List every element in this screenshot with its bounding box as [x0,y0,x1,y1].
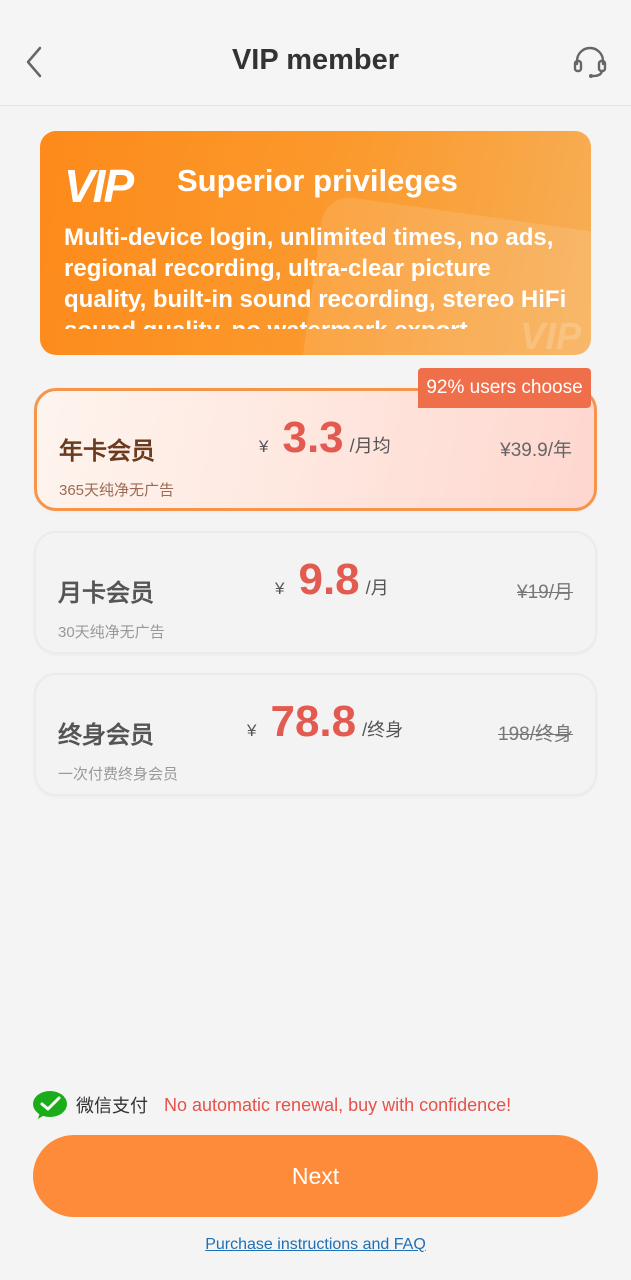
banner-title: Superior privileges [177,163,458,198]
purchase-faq-link[interactable]: Purchase instructions and FAQ [0,1236,631,1254]
price-value: 3.3 [282,413,344,462]
price-value: 9.8 [298,555,360,604]
plan-name: 月卡会员 [58,580,154,607]
renewal-note: No automatic renewal, buy with confidenc… [164,1094,512,1115]
original-price: 198/终身 [498,724,573,745]
customer-support-button[interactable] [571,44,609,80]
banner-description: Multi-device login, unlimited times, no … [64,224,567,329]
payment-method-row[interactable]: 微信支付 No automatic renewal, buy with conf… [32,1088,511,1122]
plan-name: 年卡会员 [59,438,155,465]
price-value: 78.8 [270,697,357,746]
next-button[interactable]: Next [33,1135,598,1217]
top-bar: VIP member [0,0,631,106]
headset-icon [573,46,607,78]
original-price: ¥39.9/年 [500,440,572,461]
plan-name: 终身会员 [58,722,154,749]
plan-subtitle: 30天纯净无广告 [58,624,165,641]
plan-price: ¥ 78.8 /终身 [247,697,403,747]
currency-symbol: ¥ [247,721,257,740]
price-unit: /月 [365,578,389,598]
plan-subtitle: 一次付费终身会员 [58,766,179,783]
payment-method-label: 微信支付 [76,1096,148,1116]
plan-card-monthly[interactable]: 月卡会员 30天纯净无广告 ¥ 9.8 /月 ¥19/月 [34,531,597,654]
plan-price: ¥ 9.8 /月 [275,555,389,605]
plan-card-lifetime[interactable]: 终身会员 一次付费终身会员 ¥ 78.8 /终身 198/终身 [34,673,597,796]
original-price: ¥19/月 [517,582,573,603]
plan-price: ¥ 3.3 /月均 [259,413,391,463]
plan-subtitle: 365天纯净无广告 [59,482,175,499]
price-unit: /终身 [362,720,404,740]
popular-badge: 92% users choose [418,368,591,408]
privileges-banner: VIP VIP Superior privileges Multi-device… [40,131,591,355]
currency-symbol: ¥ [275,579,285,598]
price-unit: /月均 [349,436,391,456]
page-title: VIP member [231,44,400,76]
currency-symbol: ¥ [259,437,269,456]
vip-logo: VIP [64,160,134,212]
wechat-pay-icon [33,1091,67,1119]
